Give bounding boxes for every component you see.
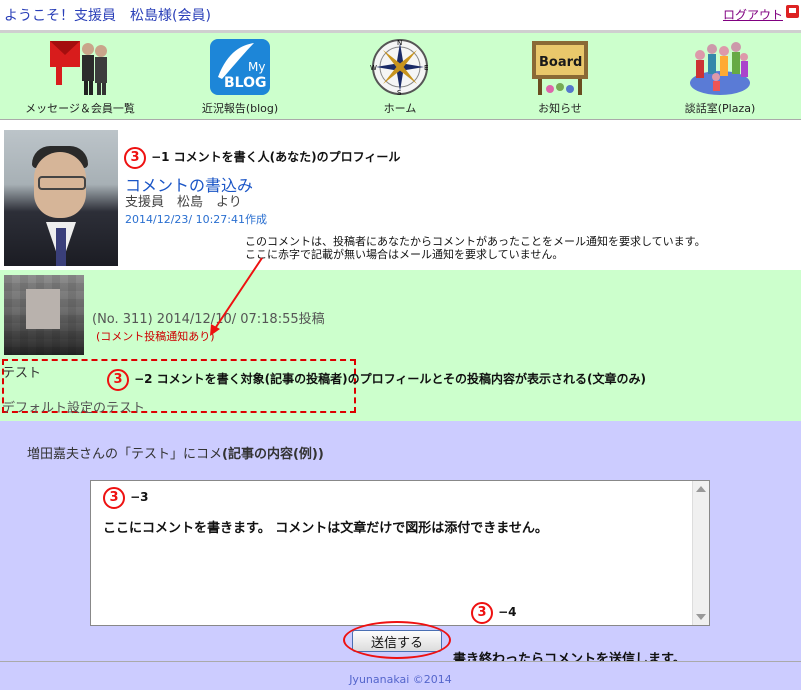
nav-label: 談話室(Plaza) xyxy=(684,102,756,115)
textarea-scrollbar[interactable] xyxy=(692,481,709,625)
logout-icon[interactable] xyxy=(786,5,799,18)
explain-line-2: ここに赤字で記載が無い場合はメール通知を要求していません。 xyxy=(245,248,564,261)
article-title: テスト xyxy=(2,366,42,381)
poster-avatar xyxy=(4,275,84,355)
comment-text: ここにコメントを書きます。 コメントは文章だけで図形は添付できません。 xyxy=(103,521,548,536)
subject-note: (記事の内容(例)) xyxy=(222,447,324,462)
send-button[interactable]: 送信する xyxy=(352,630,442,652)
commenter-avatar xyxy=(4,130,118,266)
annotation-3-3: 3 −3 xyxy=(103,486,149,509)
compass-icon: N E S W xyxy=(370,39,428,97)
annotation-number: 3 xyxy=(124,147,146,169)
annotation-text: −1 コメントを書く人(あなた)のプロフィール xyxy=(151,150,401,164)
nav-label: メッセージ＆会員一覧 xyxy=(25,102,135,115)
blog-badge-bottom: BLOG xyxy=(224,75,267,91)
compass-n: N xyxy=(397,39,402,47)
article-body: デフォルト設定のテスト xyxy=(2,401,146,416)
my-blog-icon: My BLOG xyxy=(210,39,270,95)
nav-label: 近況報告(blog) xyxy=(201,102,279,115)
annotation-number: 3 xyxy=(103,487,125,509)
annotation-3-1: 3 −1 コメントを書く人(あなた)のプロフィール xyxy=(124,146,400,169)
comment-form: 増田嘉夫さんの「テスト」にコメ(記事の内容(例)) 3 −3 ここにコメントを書… xyxy=(0,421,801,667)
nav-item-messages[interactable]: メッセージ＆会員一覧 xyxy=(5,33,155,119)
commenter-name: 支援員 松島 より xyxy=(125,195,242,210)
comment-textarea[interactable]: 3 −3 ここにコメントを書きます。 コメントは文章だけで図形は添付できません。… xyxy=(90,480,710,626)
annotation-number: 3 xyxy=(107,369,129,391)
annotation-text: −3 xyxy=(130,490,149,504)
nav-item-plaza[interactable]: 談話室(Plaza) xyxy=(645,33,795,119)
copyright: Jyunanakai ©2014 xyxy=(349,673,452,686)
nav-item-blog[interactable]: My BLOG 近況報告(blog) xyxy=(165,33,315,119)
board-icon: Board xyxy=(532,41,588,95)
target-article: (No. 311) 2014/12/10/ 07:18:55投稿 (コメント投稿… xyxy=(0,270,801,421)
annotation-3-2: 3 −2 コメントを書く対象(記事の投稿者)のプロフィールとその投稿内容が表示さ… xyxy=(107,368,646,391)
compass-w: W xyxy=(370,64,377,72)
top-bar: ようこそ！支援員 松島様(会員) ログアウト xyxy=(0,0,801,33)
nav-item-home[interactable]: N E S W ホーム xyxy=(325,33,475,119)
notify-flag: (コメント投稿通知あり) xyxy=(96,330,215,343)
annotation-3-4: 3 −4 xyxy=(471,601,517,624)
compass-e: E xyxy=(424,64,428,72)
nav-label: ホーム xyxy=(383,102,417,115)
nav-label: お知らせ xyxy=(538,102,582,115)
post-info: (No. 311) 2014/12/10/ 07:18:55投稿 xyxy=(92,312,325,327)
main-nav: メッセージ＆会員一覧 My BLOG 近況報告(blog) N E S W ホー… xyxy=(0,33,801,120)
comment-subject: 増田嘉夫さんの「テスト」にコメ(記事の内容(例)) xyxy=(27,443,324,462)
blog-badge-top: My xyxy=(248,60,265,74)
subject-text: 増田嘉夫さんの「テスト」にコメ xyxy=(27,447,223,462)
created-timestamp: 2014/12/23/ 10:27:41作成 xyxy=(125,213,268,226)
nav-item-notices[interactable]: Board お知らせ xyxy=(485,33,635,119)
message-members-icon xyxy=(50,41,107,95)
notification-explanation: このコメントは、投稿者にあなたからコメントがあったことをメール通知を要求していま… xyxy=(245,235,706,261)
footer: Jyunanakai ©2014 xyxy=(0,661,801,690)
welcome-text: ようこそ！支援員 松島様(会員) xyxy=(4,8,211,24)
logout-link[interactable]: ログアウト xyxy=(723,6,783,23)
annotation-number: 3 xyxy=(471,602,493,624)
annotation-text: −2 コメントを書く対象(記事の投稿者)のプロフィールとその投稿内容が表示される… xyxy=(134,372,647,386)
plaza-icon xyxy=(690,42,750,95)
commenter-profile: 3 −1 コメントを書く人(あなた)のプロフィール コメントの書込み 支援員 松… xyxy=(0,120,801,270)
annotation-text: −4 xyxy=(498,605,517,619)
board-text: Board xyxy=(539,55,582,70)
explain-line-1: このコメントは、投稿者にあなたからコメントがあったことをメール通知を要求していま… xyxy=(245,235,706,248)
compass-s: S xyxy=(397,89,402,97)
